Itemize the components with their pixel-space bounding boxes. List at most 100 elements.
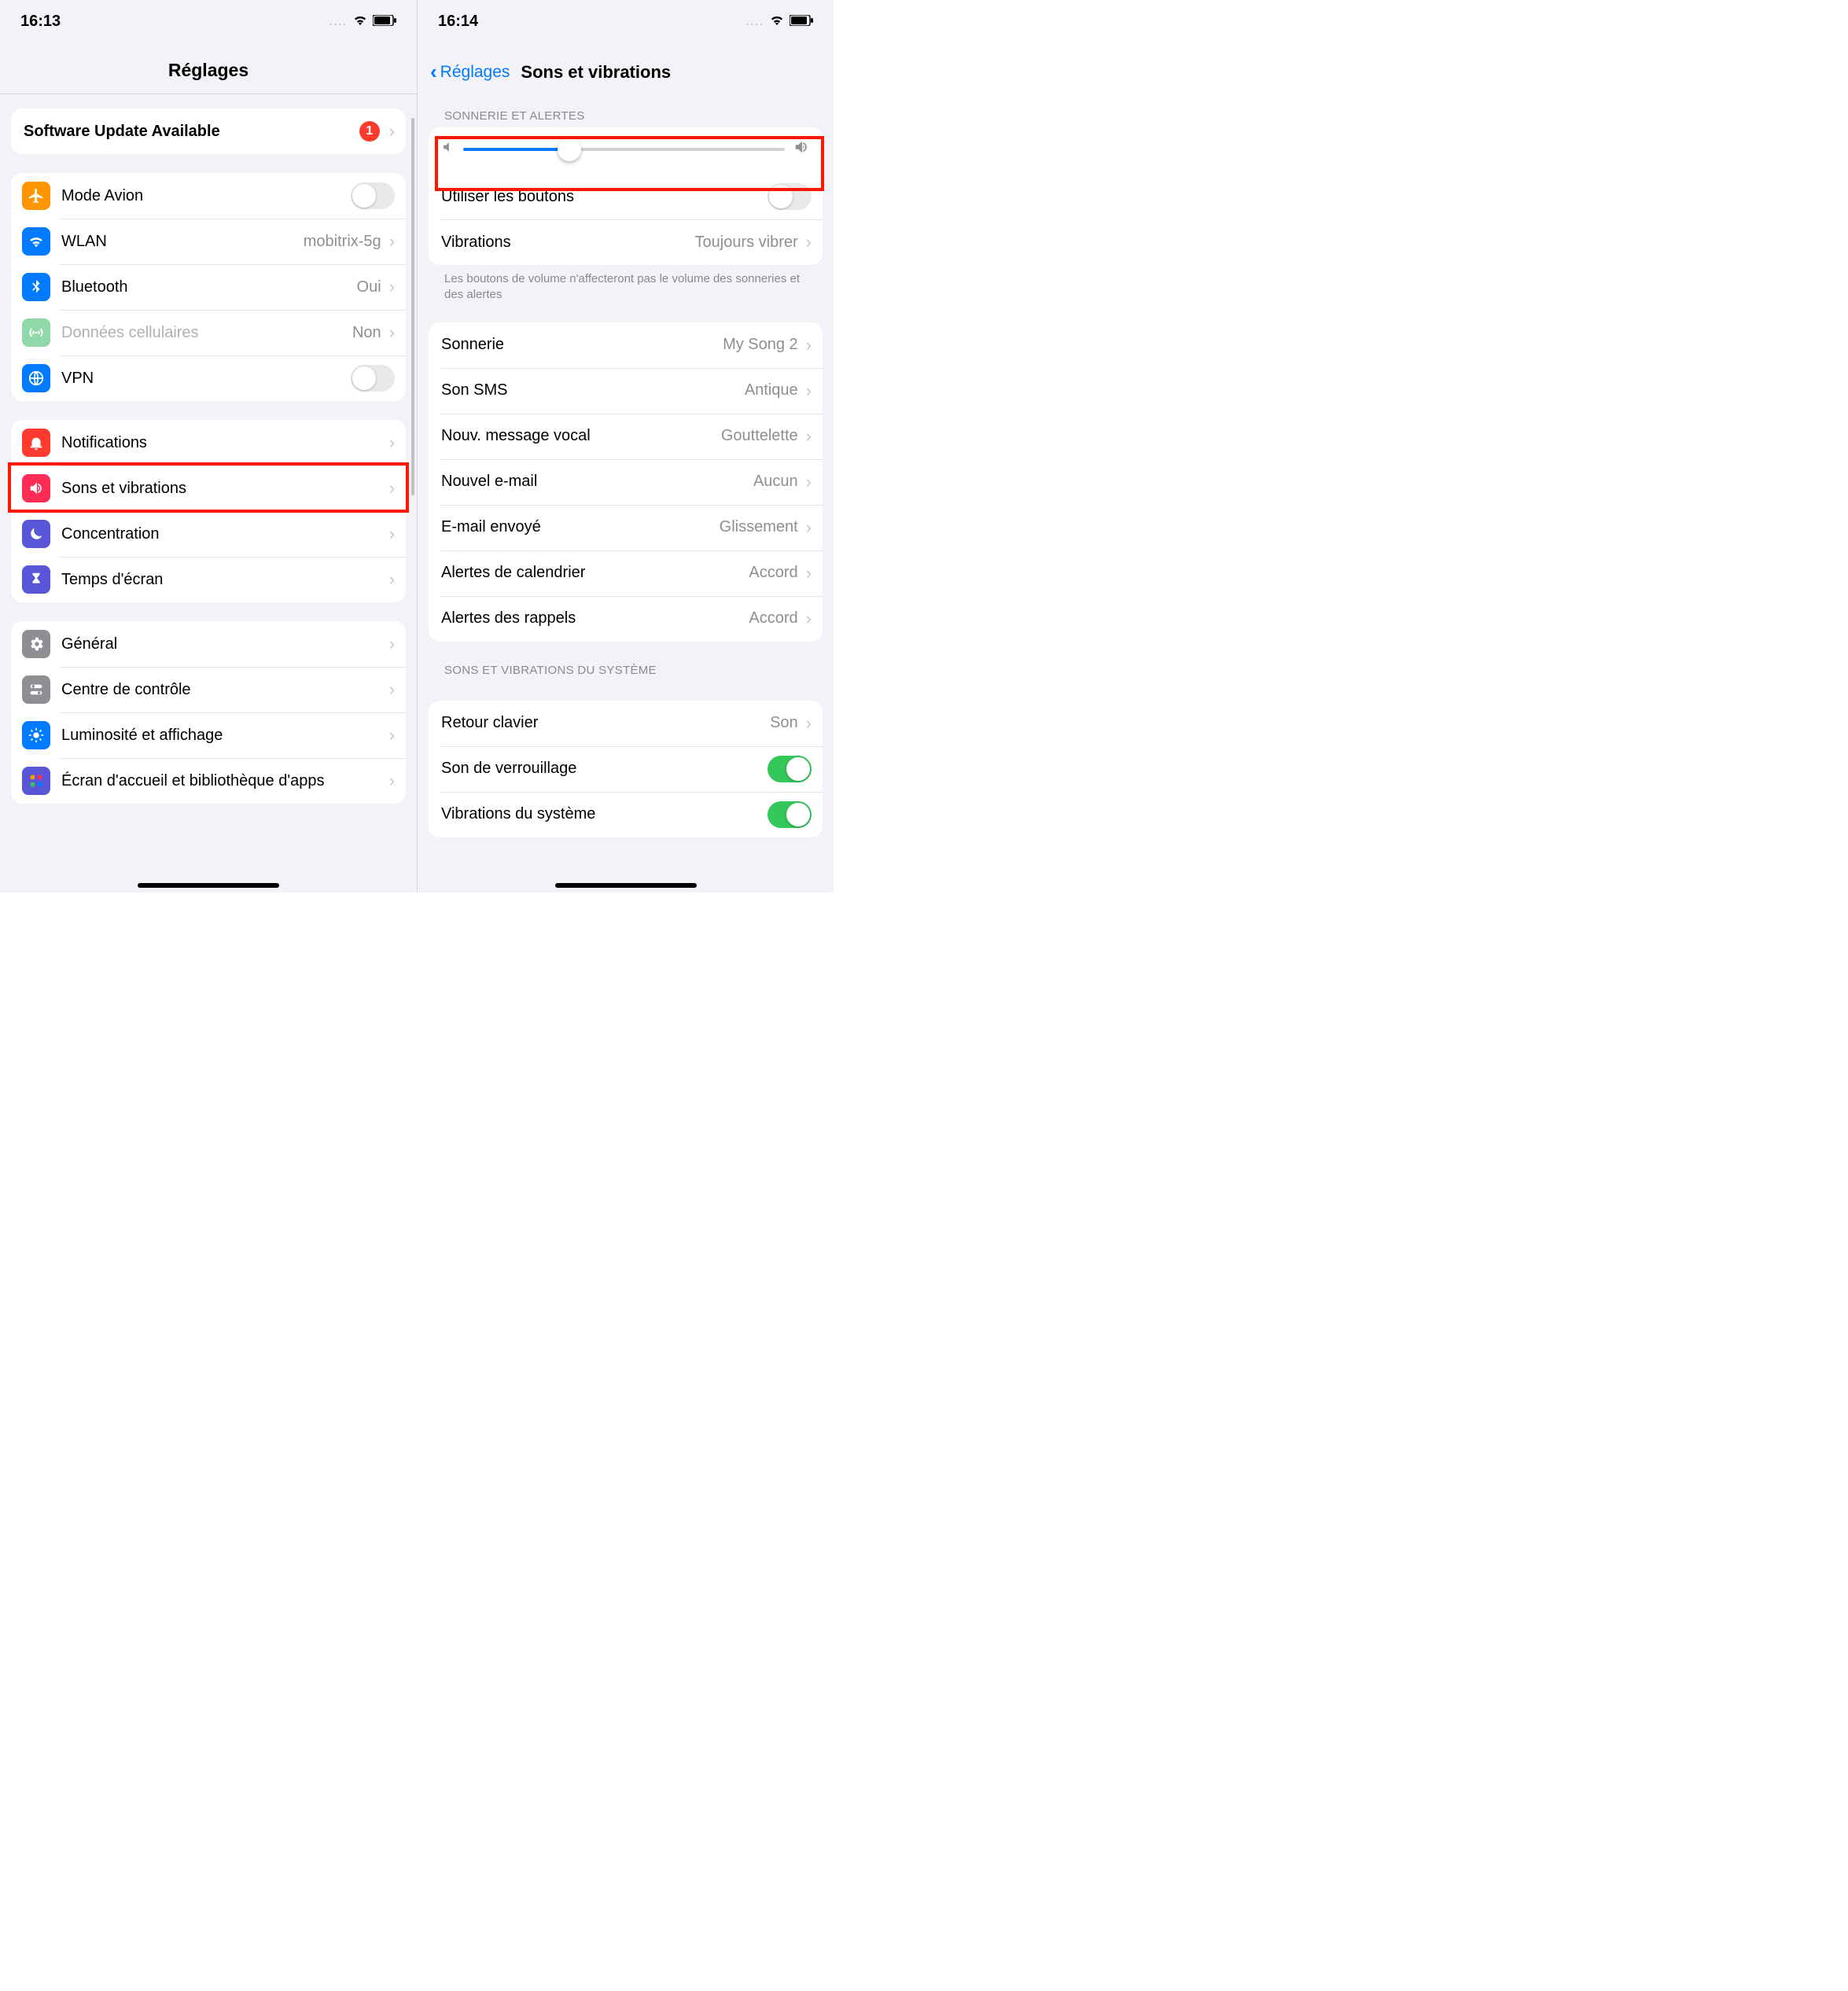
section-header: SONS ET VIBRATIONS DU SYSTÈME xyxy=(429,642,823,682)
chevron-icon: › xyxy=(389,121,395,142)
sound-newmail-row[interactable]: Nouvel e-mail Aucun › xyxy=(429,459,823,505)
battery-icon xyxy=(790,13,813,31)
update-badge: 1 xyxy=(359,121,380,142)
row-label: Retour clavier xyxy=(441,714,770,732)
home-indicator[interactable] xyxy=(138,883,279,888)
controlcenter-label: Centre de contrôle xyxy=(61,681,383,699)
bluetooth-row[interactable]: Bluetooth Oui › xyxy=(11,264,406,310)
bluetooth-label: Bluetooth xyxy=(61,278,357,296)
ringer-slider[interactable] xyxy=(463,148,785,151)
vpn-toggle[interactable] xyxy=(351,365,395,392)
notifications-label: Notifications xyxy=(61,434,383,452)
chevron-icon: › xyxy=(389,432,395,453)
chevron-icon: › xyxy=(389,679,395,700)
gear-icon xyxy=(22,630,50,658)
sys-vibration-row[interactable]: Vibrations du système xyxy=(429,792,823,837)
chevron-icon: › xyxy=(389,634,395,654)
row-value: Gouttelette xyxy=(721,427,798,445)
cellular-row[interactable]: Données cellulaires Non › xyxy=(11,310,406,355)
apps-grid-icon xyxy=(22,767,50,795)
speaker-icon xyxy=(22,474,50,502)
lock-sound-toggle[interactable] xyxy=(768,756,812,782)
volume-low-icon xyxy=(441,140,455,158)
row-value: Antique xyxy=(745,381,798,399)
use-buttons-label: Utiliser les boutons xyxy=(441,188,768,206)
scrollbar[interactable] xyxy=(411,118,414,495)
back-label[interactable]: Réglages xyxy=(440,63,510,82)
ringer-slider-row xyxy=(429,127,823,174)
row-label: Vibrations du système xyxy=(441,805,768,823)
wifi-icon xyxy=(352,13,368,31)
nav-header: ‹ Réglages Sons et vibrations xyxy=(418,42,834,97)
lock-sound-row[interactable]: Son de verrouillage xyxy=(429,746,823,792)
sound-voicemail-row[interactable]: Nouv. message vocal Gouttelette › xyxy=(429,414,823,459)
use-buttons-row[interactable]: Utiliser les boutons xyxy=(429,174,823,219)
chevron-icon: › xyxy=(389,322,395,343)
vibrations-row[interactable]: Vibrations Toujours vibrer › xyxy=(429,219,823,265)
right-screenshot: 16:14 .... ‹ Réglages Sons et vibrations… xyxy=(417,0,834,892)
vibrations-value: Toujours vibrer xyxy=(695,234,798,252)
general-label: Général xyxy=(61,635,383,653)
row-label: Sonnerie xyxy=(441,336,723,354)
focus-row[interactable]: Concentration › xyxy=(11,511,406,557)
airplane-label: Mode Avion xyxy=(61,187,351,205)
airplane-icon xyxy=(22,182,50,210)
sound-reminders-row[interactable]: Alertes des rappels Accord › xyxy=(429,596,823,642)
chevron-icon: › xyxy=(389,478,395,499)
home-indicator[interactable] xyxy=(555,883,697,888)
row-label: Nouvel e-mail xyxy=(441,473,753,491)
volume-high-icon xyxy=(793,138,810,160)
vpn-row[interactable]: VPN xyxy=(11,355,406,401)
status-dots: .... xyxy=(745,15,764,28)
sound-sentmail-row[interactable]: E-mail envoyé Glissement › xyxy=(429,505,823,550)
bluetooth-icon xyxy=(22,273,50,301)
cellular-label: Données cellulaires xyxy=(61,324,352,342)
homescreen-row[interactable]: Écran d'accueil et bibliothèque d'apps › xyxy=(11,758,406,804)
row-value: Son xyxy=(770,714,798,732)
status-dots: .... xyxy=(329,15,348,28)
slider-knob[interactable] xyxy=(558,138,581,161)
sys-vibration-toggle[interactable] xyxy=(768,801,812,828)
chevron-icon: › xyxy=(389,231,395,252)
chevron-icon: › xyxy=(806,381,812,401)
section-footer: Les boutons de volume n'affecteront pas … xyxy=(429,265,823,304)
chevron-icon: › xyxy=(389,771,395,791)
keyboard-feedback-row[interactable]: Retour clavier Son › xyxy=(429,701,823,746)
settings-scroll[interactable]: Software Update Available 1 › Mode Avion… xyxy=(0,109,417,851)
airplane-toggle[interactable] xyxy=(351,182,395,209)
airplane-row[interactable]: Mode Avion xyxy=(11,173,406,219)
row-value: Aucun xyxy=(753,473,798,491)
software-update-row[interactable]: Software Update Available 1 › xyxy=(11,109,406,154)
sounds-scroll[interactable]: SONNERIE ET ALERTES Utiliser les boutons xyxy=(418,97,834,885)
wifi-icon xyxy=(769,13,785,31)
general-row[interactable]: Général › xyxy=(11,621,406,667)
sounds-row[interactable]: Sons et vibrations › xyxy=(11,466,406,511)
screentime-row[interactable]: Temps d'écran › xyxy=(11,557,406,602)
software-update-label: Software Update Available xyxy=(24,123,359,141)
brightness-icon xyxy=(22,721,50,749)
battery-icon xyxy=(373,13,396,31)
focus-label: Concentration xyxy=(61,525,383,543)
wifi-label: WLAN xyxy=(61,233,304,251)
display-label: Luminosité et affichage xyxy=(61,727,383,745)
vibrations-label: Vibrations xyxy=(441,234,695,252)
cellular-icon xyxy=(22,318,50,347)
row-value: My Song 2 xyxy=(723,336,798,354)
page-title: Réglages xyxy=(0,42,417,94)
back-icon[interactable]: ‹ xyxy=(430,60,437,84)
use-buttons-toggle[interactable] xyxy=(768,183,812,210)
display-row[interactable]: Luminosité et affichage › xyxy=(11,712,406,758)
sound-sonnerie-row[interactable]: Sonnerie My Song 2 › xyxy=(429,322,823,368)
notifications-row[interactable]: Notifications › xyxy=(11,420,406,466)
controlcenter-row[interactable]: Centre de contrôle › xyxy=(11,667,406,712)
chevron-icon: › xyxy=(806,335,812,355)
sound-calendar-row[interactable]: Alertes de calendrier Accord › xyxy=(429,550,823,596)
cellular-value: Non xyxy=(352,324,381,342)
status-time: 16:14 xyxy=(438,13,478,31)
row-label: Son SMS xyxy=(441,381,745,399)
sound-sms-row[interactable]: Son SMS Antique › xyxy=(429,368,823,414)
wifi-row[interactable]: WLAN mobitrix-5g › xyxy=(11,219,406,264)
left-screenshot: 16:13 .... Réglages Software Update Avai… xyxy=(0,0,417,892)
row-value: Accord xyxy=(749,564,797,582)
chevron-icon: › xyxy=(389,569,395,590)
